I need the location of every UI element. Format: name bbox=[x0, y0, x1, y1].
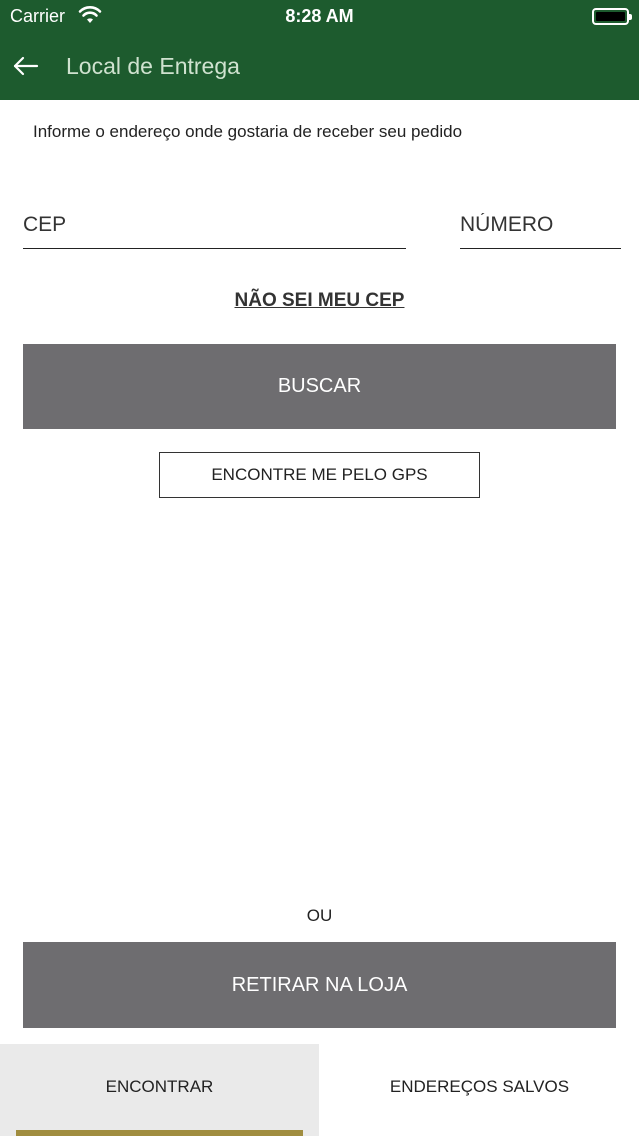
tab-encontrar[interactable]: ENCONTRAR bbox=[0, 1044, 319, 1136]
numero-field bbox=[460, 205, 621, 249]
clock-time: 8:28 AM bbox=[285, 6, 354, 26]
cep-input[interactable] bbox=[23, 205, 406, 245]
nao-sei-cep-link[interactable]: NÃO SEI MEU CEP bbox=[0, 290, 639, 312]
app-header: Local de Entrega bbox=[0, 32, 639, 100]
tab-bar: ENCONTRAR ENDEREÇOS SALVOS bbox=[0, 1044, 639, 1136]
retirar-na-loja-button[interactable]: RETIRAR NA LOJA bbox=[23, 942, 616, 1028]
cep-field bbox=[23, 205, 406, 249]
buscar-button[interactable]: BUSCAR bbox=[23, 344, 616, 429]
active-tab-indicator bbox=[16, 1130, 303, 1136]
numero-input[interactable] bbox=[460, 205, 621, 245]
ou-label: OU bbox=[306, 906, 333, 925]
gps-button[interactable]: ENCONTRE ME PELO GPS bbox=[159, 452, 480, 498]
page-title: Local de Entrega bbox=[66, 53, 240, 79]
status-bar: Carrier 8:28 AM bbox=[0, 0, 639, 32]
tab-enderecos-salvos-label: ENDEREÇOS SALVOS bbox=[389, 1077, 570, 1096]
arrow-left-icon[interactable] bbox=[10, 50, 42, 82]
tab-encontrar-label: ENCONTRAR bbox=[105, 1077, 214, 1096]
tab-enderecos-salvos[interactable]: ENDEREÇOS SALVOS bbox=[320, 1044, 639, 1136]
battery-icon bbox=[592, 8, 632, 25]
instruction-text: Informe o endereço onde gostaria de rece… bbox=[33, 122, 463, 141]
